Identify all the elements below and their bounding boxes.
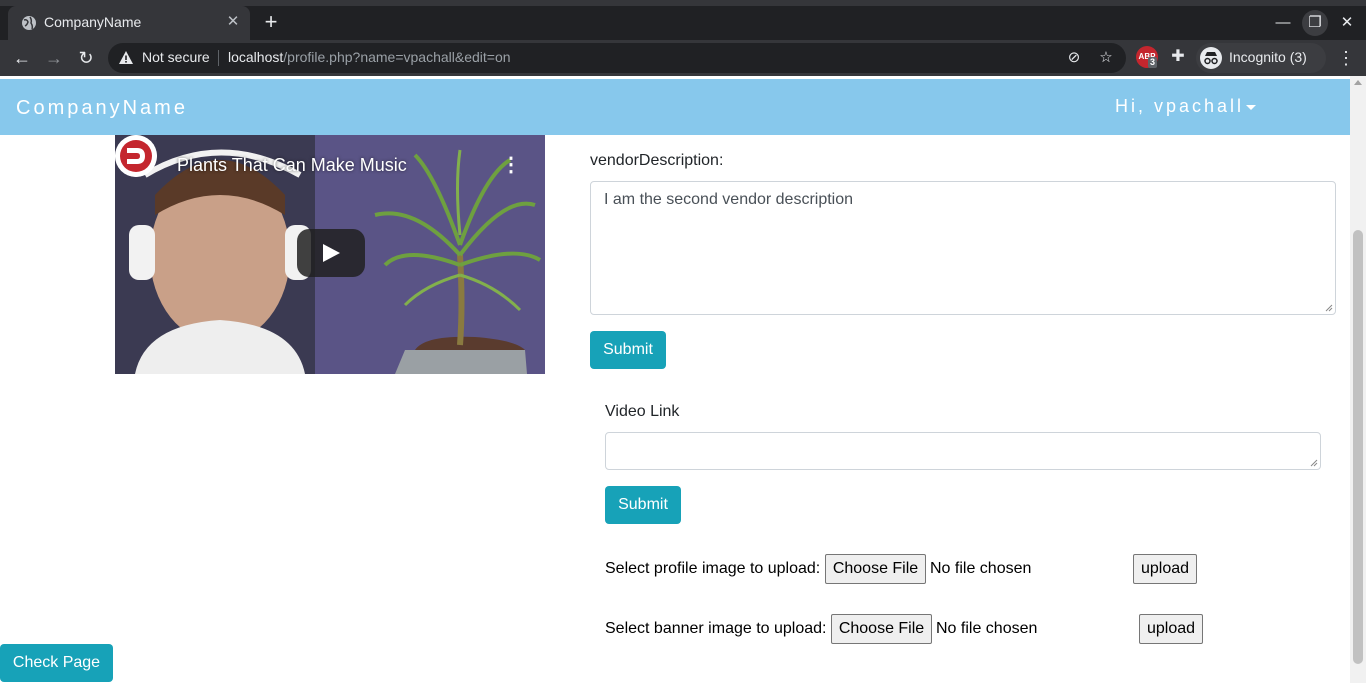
tab-title: CompanyName xyxy=(44,14,142,30)
close-tab-icon[interactable]: ✕ xyxy=(224,13,242,31)
close-window-icon[interactable]: ✕ xyxy=(1334,10,1360,36)
incognito-label: Incognito (3) xyxy=(1229,49,1307,65)
video-link-label: Video Link xyxy=(605,403,680,420)
user-menu-label: Hi, vpachall xyxy=(1115,96,1245,116)
vendor-description-value: I am the second vendor description xyxy=(604,191,854,208)
profile-upload-label: Select profile image to upload: xyxy=(605,560,821,577)
banner-choose-file-button[interactable]: Choose File xyxy=(831,614,932,644)
bookmark-star-icon[interactable]: ☆ xyxy=(1096,48,1116,68)
play-button[interactable] xyxy=(297,229,365,277)
warning-icon xyxy=(119,51,133,64)
channel-logo-icon xyxy=(115,135,157,177)
browser-menu-icon[interactable]: ⋮ xyxy=(1336,46,1356,70)
back-icon[interactable]: ← xyxy=(10,46,34,70)
address-divider xyxy=(218,50,219,66)
url-path: /profile.php?name=vpachall&edit=on xyxy=(283,49,511,65)
caret-down-icon xyxy=(1246,104,1257,110)
video-title[interactable]: Plants That Can Make Music xyxy=(177,155,407,176)
extensions-puzzle-icon[interactable]: ✚ xyxy=(1167,46,1189,68)
url-host: localhost xyxy=(228,49,284,65)
profile-choose-file-button[interactable]: Choose File xyxy=(825,554,926,584)
vendor-submit-button[interactable]: Submit xyxy=(590,331,666,369)
resize-grip-icon[interactable] xyxy=(1310,459,1318,467)
resize-grip-icon[interactable] xyxy=(1325,304,1333,312)
url-text[interactable]: localhost/profile.php?name=vpachall&edit… xyxy=(228,49,511,65)
scrollbar-thumb[interactable] xyxy=(1353,230,1363,664)
vendor-description-label: vendorDescription: xyxy=(590,152,724,169)
address-bar[interactable]: Not secure localhost/profile.php?name=vp… xyxy=(108,43,1126,73)
eye-off-icon[interactable]: ⊘ xyxy=(1064,48,1084,68)
check-page-button[interactable]: Check Page xyxy=(0,644,113,682)
banner-upload-label: Select banner image to upload: xyxy=(605,620,827,637)
profile-file-status: No file chosen xyxy=(930,560,1032,577)
user-menu-toggle[interactable]: Hi, vpachall xyxy=(1115,96,1257,117)
video-link-submit-button[interactable]: Submit xyxy=(605,486,681,524)
brand-link[interactable]: CompanyName xyxy=(16,97,188,120)
adblock-badge: 3 xyxy=(1148,57,1158,68)
forward-icon[interactable]: → xyxy=(42,46,66,70)
restore-icon[interactable]: ❐ xyxy=(1302,10,1328,36)
video-more-icon[interactable]: ⋮ xyxy=(501,153,521,177)
globe-icon xyxy=(22,16,36,30)
banner-upload-button[interactable]: upload xyxy=(1139,614,1203,644)
security-status[interactable]: Not secure xyxy=(142,49,210,65)
page-viewport: CompanyName Hi, vpachall Plants That Can… xyxy=(0,76,1366,683)
play-icon xyxy=(323,244,340,262)
youtube-video-embed[interactable]: Plants That Can Make Music ⋮ xyxy=(115,135,545,374)
incognito-icon xyxy=(1200,47,1222,69)
video-link-input[interactable] xyxy=(605,432,1321,470)
adblock-icon[interactable]: ABP 3 xyxy=(1136,46,1158,68)
minimize-icon[interactable]: — xyxy=(1270,10,1296,36)
new-tab-icon[interactable]: + xyxy=(260,11,282,33)
tab-bar: CompanyName ✕ + — ❐ ✕ xyxy=(0,6,1366,40)
reload-icon[interactable]: ↻ xyxy=(74,46,98,70)
incognito-button[interactable]: Incognito (3) xyxy=(1196,43,1326,73)
scroll-up-arrow-icon[interactable] xyxy=(1354,80,1362,85)
banner-file-status: No file chosen xyxy=(936,620,1038,637)
tab-companyname[interactable]: CompanyName ✕ xyxy=(8,6,250,40)
page-scrollbar[interactable] xyxy=(1350,76,1366,683)
site-navbar: CompanyName Hi, vpachall xyxy=(0,79,1350,135)
vendor-description-textarea[interactable]: I am the second vendor description xyxy=(590,181,1336,315)
browser-toolbar: ← → ↻ Not secure localhost/profile.php?n… xyxy=(0,40,1366,76)
profile-upload-button[interactable]: upload xyxy=(1133,554,1197,584)
